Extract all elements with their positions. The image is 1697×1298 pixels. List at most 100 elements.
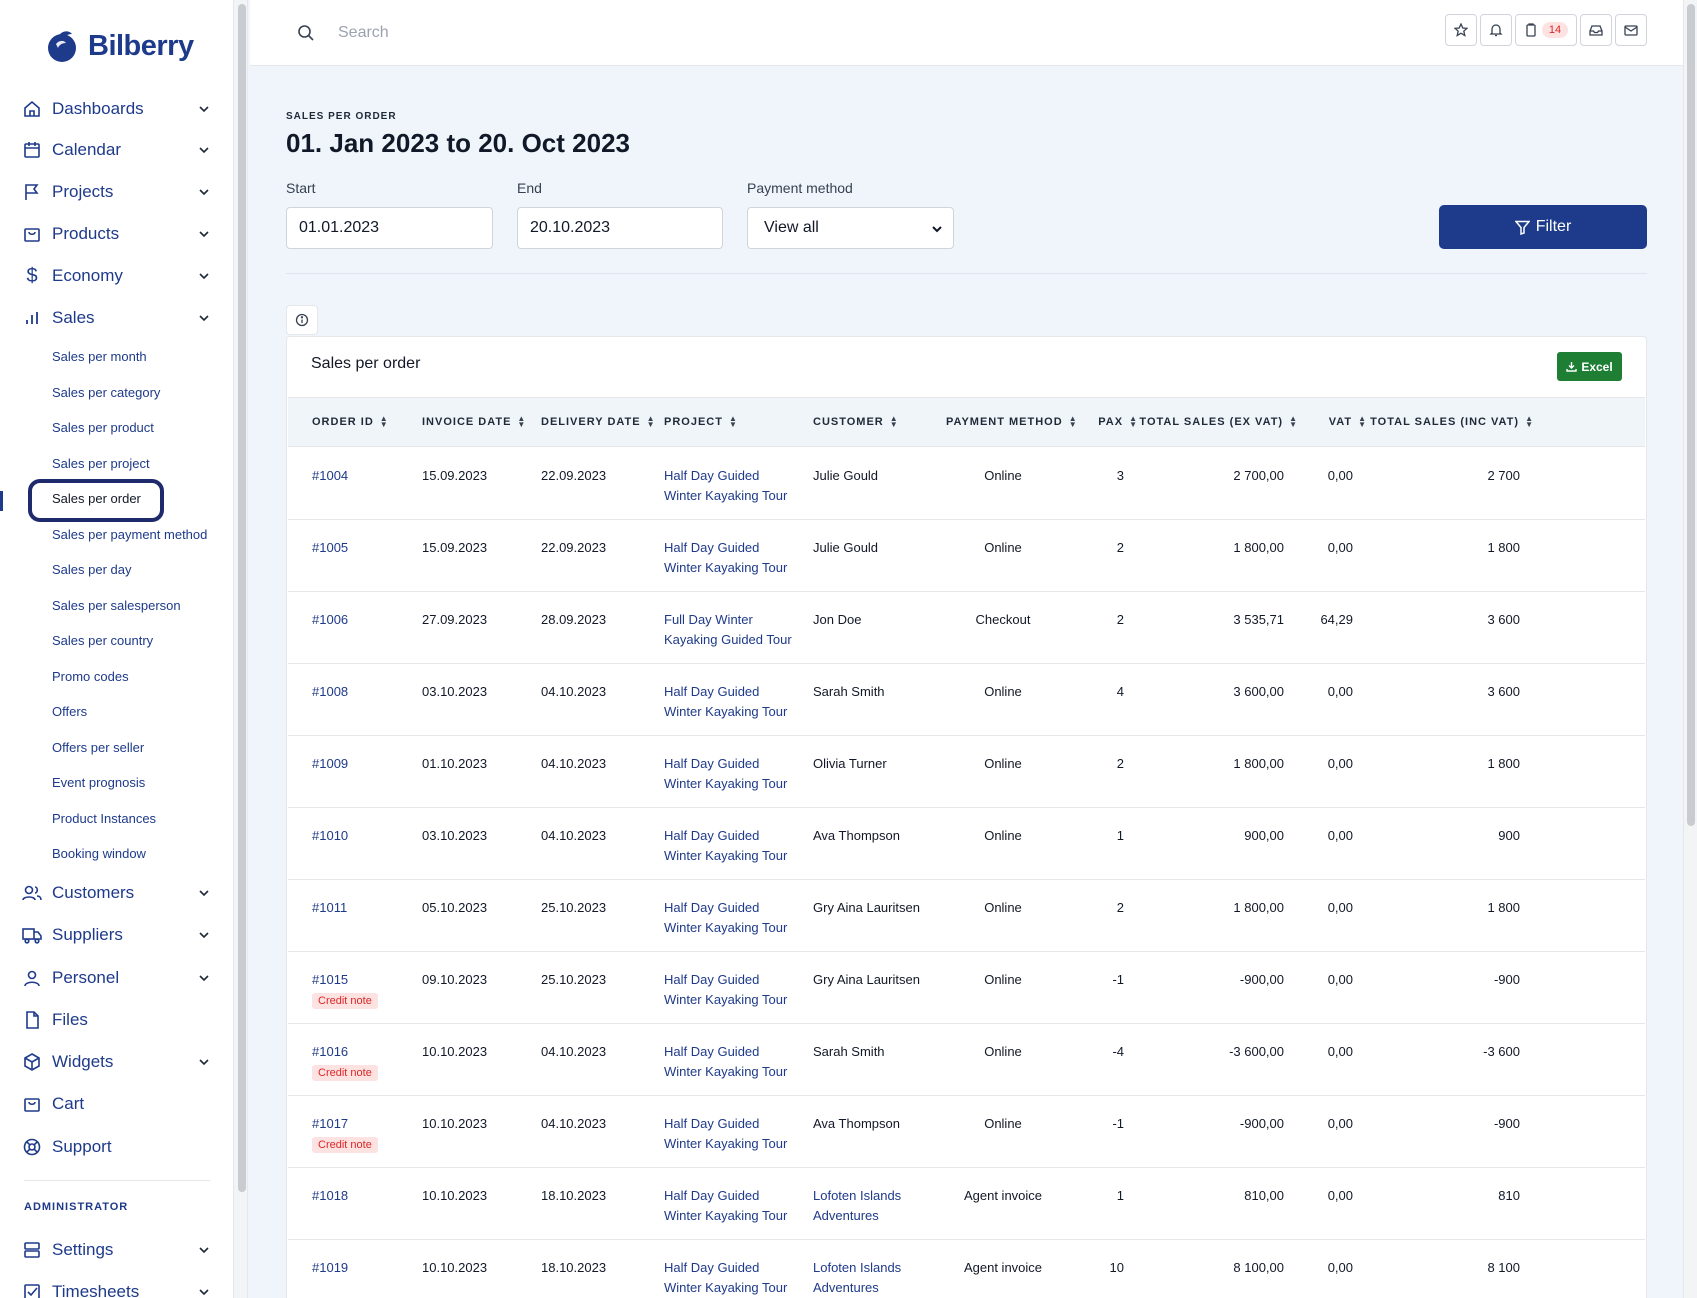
search-input[interactable] [338, 20, 738, 46]
sub-sales-per-category[interactable]: Sales per category [52, 383, 160, 403]
project-link[interactable]: Half Day Guided Winter Kayaking Tour [664, 898, 799, 938]
project-link[interactable]: Full Day Winter Kayaking Guided Tour [664, 610, 799, 650]
total-ex-vat: 8 100,00 [1233, 1260, 1284, 1275]
order-id-link[interactable]: #1018 [312, 1186, 348, 1206]
column-header[interactable]: DELIVERY DATE ▲ ▼ [541, 415, 656, 429]
sub-offers-per-seller[interactable]: Offers per seller [52, 738, 144, 758]
order-id-link[interactable]: #1005 [312, 538, 348, 558]
order-id-link[interactable]: #1019 [312, 1258, 348, 1278]
logo[interactable]: Bilberry [44, 28, 194, 64]
project-link[interactable]: Half Day Guided Winter Kayaking Tour [664, 682, 799, 722]
order-id-link[interactable]: #1015 [312, 970, 348, 990]
nav-personel[interactable]: Personel [22, 962, 212, 994]
column-header[interactable]: TOTAL SALES (EX VAT) ▲ ▼ [1139, 415, 1298, 429]
column-header[interactable]: VAT ▲ ▼ [1329, 415, 1367, 429]
project-link[interactable]: Half Day Guided Winter Kayaking Tour [664, 754, 799, 794]
nav-economy[interactable]: $ Economy [22, 260, 212, 292]
nav-timesheets[interactable]: Timesheets [22, 1276, 212, 1298]
sub-sales-per-payment-method[interactable]: Sales per payment method [52, 525, 207, 545]
column-header[interactable]: PAYMENT METHOD ▲ ▼ [946, 415, 1078, 429]
scrollbar-thumb[interactable] [1687, 4, 1695, 826]
project-link[interactable]: Half Day Guided Winter Kayaking Tour [664, 538, 799, 578]
project-link[interactable]: Half Day Guided Winter Kayaking Tour [664, 826, 799, 866]
order-id-link[interactable]: #1008 [312, 682, 348, 702]
sidebar-scrollbar[interactable] [236, 0, 248, 1298]
total-inc-vat: 2 700 [1487, 468, 1520, 483]
filter-button[interactable]: Filter [1439, 205, 1647, 249]
info-button[interactable] [286, 305, 318, 335]
nav-files[interactable]: Files [22, 1004, 212, 1036]
payment-method: Online [984, 540, 1022, 555]
nav-products[interactable]: Products [22, 218, 212, 250]
column-header[interactable]: ORDER ID ▲ ▼ [312, 415, 389, 429]
scrollbar-thumb[interactable] [238, 4, 246, 1192]
nav-dashboards[interactable]: Dashboards [22, 93, 212, 125]
payment-method-value: View all [764, 219, 819, 236]
order-id-link[interactable]: #1009 [312, 754, 348, 774]
order-id-link[interactable]: #1010 [312, 826, 348, 846]
order-id-link[interactable]: #1004 [312, 466, 348, 486]
sub-sales-per-project[interactable]: Sales per project [52, 454, 150, 474]
truck-icon [22, 925, 42, 945]
column-header[interactable]: PROJECT ▲ ▼ [664, 415, 738, 429]
table-row: #1017 10.10.2023 04.10.2023 Half Day Guided… [288, 1096, 1645, 1168]
delivery-date: 22.09.2023 [541, 468, 607, 483]
mail-button[interactable] [1615, 14, 1647, 46]
column-header[interactable]: CUSTOMER ▲ ▼ [813, 415, 899, 429]
main-scrollbar[interactable] [1683, 0, 1697, 1298]
column-header[interactable]: PAX ▲ ▼ [1098, 414, 1138, 429]
excel-export-button[interactable]: Excel [1557, 352, 1622, 381]
project-link[interactable]: Half Day Guided Winter Kayaking Tour [664, 1042, 799, 1082]
sub-sales-per-day[interactable]: Sales per day [52, 560, 132, 580]
sub-promo-codes[interactable]: Promo codes [52, 667, 129, 687]
bilberry-logo-icon [48, 31, 76, 62]
project-link[interactable]: Half Day Guided Winter Kayaking Tour [664, 1258, 799, 1298]
end-date-input[interactable]: 20.10.2023 [517, 207, 723, 249]
inbox-button[interactable] [1580, 14, 1612, 46]
start-date-input[interactable]: 01.01.2023 [286, 207, 493, 249]
customer-link[interactable]: Lofoten Islands Adventures [813, 1258, 923, 1298]
nav-widgets[interactable]: Widgets [22, 1046, 212, 1078]
nav-suppliers[interactable]: Suppliers [22, 919, 212, 951]
chevron-down-icon [199, 975, 209, 982]
chevron-down-icon [199, 1059, 209, 1066]
sub-offers[interactable]: Offers [52, 702, 87, 722]
pax-count: -4 [1112, 1044, 1124, 1059]
nav-calendar[interactable]: Calendar [22, 134, 212, 166]
nav-support[interactable]: Support [22, 1131, 212, 1163]
customer-link[interactable]: Lofoten Islands Adventures [813, 1186, 923, 1226]
project-link[interactable]: Half Day Guided Winter Kayaking Tour [664, 970, 799, 1010]
column-header[interactable]: INVOICE DATE ▲ ▼ [422, 415, 526, 429]
logo-text: Bilberry [88, 29, 194, 62]
sub-sales-per-month[interactable]: Sales per month [52, 347, 147, 367]
project-link[interactable]: Half Day Guided Winter Kayaking Tour [664, 466, 799, 506]
order-id-link[interactable]: #1011 [312, 898, 347, 918]
order-id-link[interactable]: #1006 [312, 610, 348, 630]
sub-product-instances[interactable]: Product Instances [52, 809, 156, 829]
notifications-button[interactable] [1480, 14, 1512, 46]
order-id-link[interactable]: #1017 [312, 1114, 348, 1134]
sub-sales-per-salesperson[interactable]: Sales per salesperson [52, 596, 181, 616]
nav-projects[interactable]: Projects [22, 176, 212, 208]
nav-customers[interactable]: Customers [22, 877, 212, 909]
sub-sales-per-order[interactable]: Sales per order [52, 489, 141, 509]
column-header[interactable]: TOTAL SALES (INC VAT) ▲ ▼ [1370, 415, 1534, 429]
order-id-link[interactable]: #1016 [312, 1042, 348, 1062]
favorites-button[interactable] [1445, 14, 1477, 46]
project-link[interactable]: Half Day Guided Winter Kayaking Tour [664, 1186, 799, 1226]
clipboard-button[interactable]: 14 [1515, 14, 1577, 46]
sub-event-prognosis[interactable]: Event prognosis [52, 773, 145, 793]
project-link[interactable]: Half Day Guided Winter Kayaking Tour [664, 1114, 799, 1154]
payment-method-select[interactable]: View all [747, 207, 954, 249]
delivery-date: 18.10.2023 [541, 1188, 607, 1203]
card-title: Sales per order [311, 355, 421, 372]
sub-booking-window[interactable]: Booking window [52, 844, 146, 864]
sort-icon: ▲ ▼ [1129, 414, 1138, 429]
sub-sales-per-country[interactable]: Sales per country [52, 631, 153, 651]
nav-cart[interactable]: Cart [22, 1088, 212, 1120]
lifebuoy-icon [22, 1137, 42, 1157]
sub-sales-per-product[interactable]: Sales per product [52, 418, 154, 438]
customer-name: Olivia Turner [813, 756, 887, 771]
nav-sales[interactable]: Sales [22, 302, 212, 334]
nav-settings[interactable]: Settings [22, 1234, 212, 1266]
